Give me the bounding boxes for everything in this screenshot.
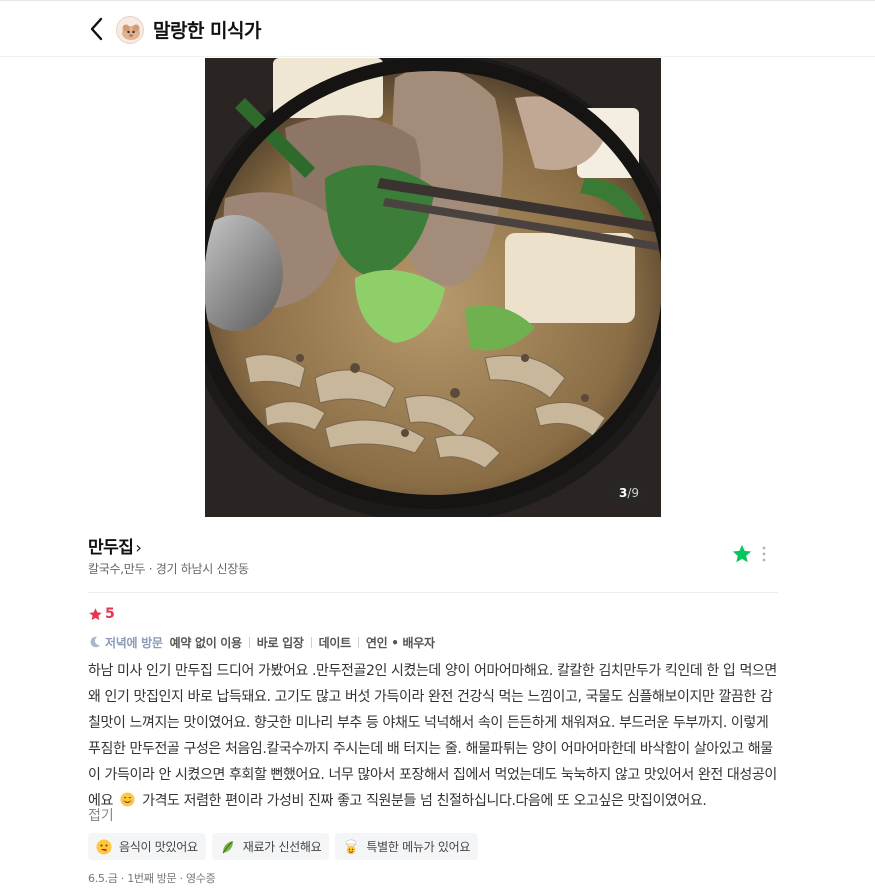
- tag-divider: [357, 636, 359, 648]
- keyword-chip: 특별한 메뉴가 있어요: [335, 833, 479, 860]
- more-vertical-icon: [762, 546, 766, 562]
- user-avatar[interactable]: [116, 16, 144, 44]
- review-text: 하남 미사 인기 만두집 드디어 가봤어요 .만두전골2인 시켰는데 양이 어마…: [88, 658, 778, 814]
- place-name: 만두집: [88, 538, 134, 558]
- visit-meta: 6.5.금 · 1번째 방문 · 영수증: [88, 872, 216, 885]
- place-info: 만두집 › 칼국수,만두 · 경기 하남시 신장동: [88, 533, 778, 593]
- review-photo[interactable]: 3/9: [205, 58, 661, 517]
- photo-counter: 3/9: [608, 481, 649, 505]
- place-category: 칼국수,만두: [88, 562, 146, 576]
- place-meta: 칼국수,만두 · 경기 하남시 신장동: [88, 560, 249, 577]
- yum-face-icon: [96, 839, 112, 854]
- keyword-label: 재료가 신선해요: [242, 840, 322, 854]
- visit-tag: 예약 없이 이용: [169, 635, 243, 650]
- review-body: 하남 미사 인기 만두집 드디어 가봤어요 .만두전골2인 시켰는데 양이 어마…: [88, 663, 777, 809]
- tag-divider: [310, 636, 312, 648]
- food-photo-image: [205, 58, 661, 517]
- app-header: 말랑한 미식가: [0, 1, 875, 57]
- avatar-image: [117, 17, 143, 43]
- visit-tags: 저녁에 방문 예약 없이 이용 바로 입장 데이트 연인 • 배우자: [88, 633, 435, 651]
- keyword-chip: 재료가 신선해요: [211, 833, 330, 860]
- photo-total-count: 9: [631, 486, 639, 500]
- smiling-face-icon: [120, 792, 135, 807]
- rating-score: 5: [105, 606, 115, 622]
- chef-icon: [346, 838, 357, 854]
- visit-tag: 연인 • 배우자: [365, 635, 435, 650]
- keyword-list: 음식이 맛있어요 재료가 신선해요 특별한 메뉴가 있어요: [88, 833, 479, 860]
- fold-button[interactable]: 접기: [88, 805, 114, 825]
- leaf-icon: [222, 840, 233, 853]
- tag-divider: [248, 636, 250, 648]
- review-body-tail: 가격도 저렴한 편이라 가성비 진짜 좋고 직원분들 넘 친절하십니다.다음에 …: [142, 793, 707, 809]
- chevron-right-icon: ›: [135, 538, 142, 557]
- place-meta-dot: ·: [145, 562, 156, 576]
- chevron-left-icon: [90, 17, 103, 41]
- reviewer-name[interactable]: 말랑한 미식가: [153, 16, 262, 43]
- keyword-chip: 음식이 맛있어요: [88, 833, 206, 860]
- moon-icon: [90, 636, 101, 648]
- visit-tag: 바로 입장: [256, 635, 304, 650]
- rating-star-icon: [89, 607, 102, 620]
- keyword-label: 특별한 메뉴가 있어요: [366, 840, 471, 854]
- visit-time: 저녁에 방문: [105, 635, 163, 650]
- star-icon: [732, 544, 752, 563]
- back-button[interactable]: [86, 14, 110, 44]
- keyword-label: 음식이 맛있어요: [119, 840, 198, 854]
- more-options-button[interactable]: [760, 544, 768, 564]
- place-location: 경기 하남시 신장동: [155, 562, 249, 576]
- visit-tag: 데이트: [318, 635, 352, 650]
- review-rating: 5: [88, 604, 115, 624]
- favorite-button[interactable]: [731, 543, 753, 565]
- place-name-link[interactable]: 만두집 ›: [88, 533, 142, 558]
